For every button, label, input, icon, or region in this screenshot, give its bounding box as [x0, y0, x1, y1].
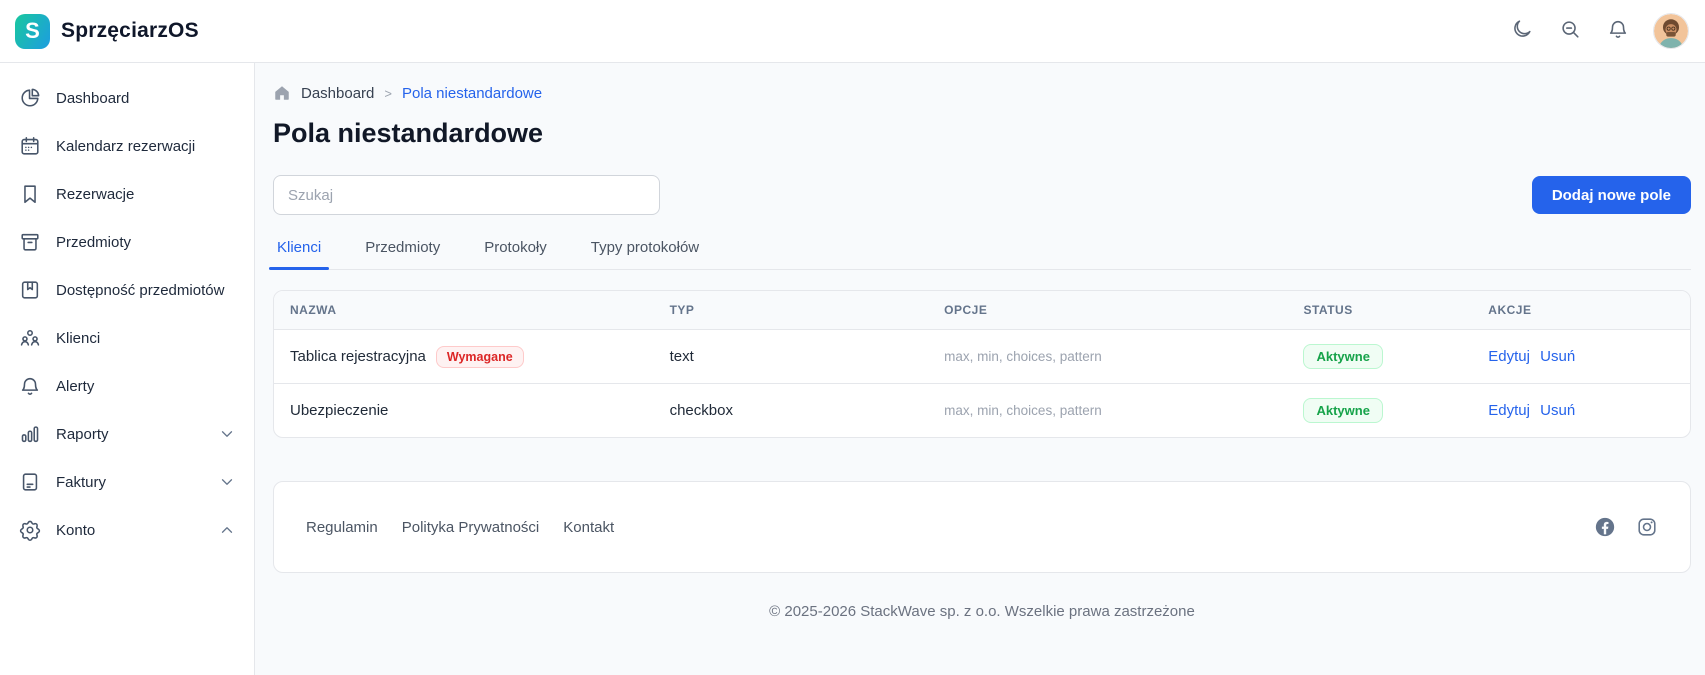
- calendar-icon: [18, 134, 42, 158]
- sidebar-item-dashboard[interactable]: Dashboard: [0, 74, 254, 122]
- chevron-down-icon: [218, 473, 236, 491]
- field-type: checkbox: [669, 402, 733, 419]
- footer-link-polityka-prywatnosci[interactable]: Polityka Prywatności: [402, 519, 540, 536]
- footer-socials: [1594, 516, 1658, 538]
- sidebar-item-raporty[interactable]: Raporty: [0, 410, 254, 458]
- notifications-button[interactable]: [1605, 18, 1631, 44]
- tab-bar: Klienci Przedmioty Protokoły Typy protokołó…: [268, 239, 1691, 270]
- users-icon: [18, 326, 42, 350]
- sidebar-item-label: Faktury: [56, 473, 107, 491]
- sidebar-item-label: Raporty: [56, 425, 109, 443]
- sidebar-item-label: Dostępność przedmiotów: [56, 281, 225, 299]
- sidebar-item-dostepnosc-przedmiotow[interactable]: Dostępność przedmiotów: [0, 266, 254, 314]
- field-options: max, min, choices, pattern: [944, 403, 1102, 418]
- column-header-nazwa: NAZWA: [274, 291, 654, 330]
- table-row: Tablica rejestracyjna Wymagane text max, mi…: [274, 329, 1690, 384]
- app-logo-icon: S: [15, 13, 50, 49]
- sidebar-item-rezerwacje[interactable]: Rezerwacje: [0, 170, 254, 218]
- sidebar-item-konto[interactable]: Konto: [0, 506, 254, 554]
- facebook-icon[interactable]: [1594, 516, 1616, 538]
- table-row: Ubezpieczenie checkbox max, min, choices, …: [274, 384, 1690, 438]
- footer: Regulamin Polityka Prywatności Kontakt: [273, 481, 1691, 573]
- breadcrumb-separator: >: [384, 85, 392, 101]
- bell-icon: [1607, 18, 1629, 45]
- sidebar-item-label: Konto: [56, 521, 96, 539]
- user-avatar[interactable]: [1653, 13, 1689, 49]
- fields-table-card: NAZWA TYP OPCJE STATUS AKCJE Tablica rejestr…: [273, 290, 1691, 438]
- zoom-out-icon: [1559, 18, 1581, 45]
- header-actions: [1509, 13, 1689, 49]
- sidebar-item-label: Kalendarz rezerwacji: [56, 137, 196, 155]
- dark-mode-toggle[interactable]: [1509, 18, 1535, 44]
- sidebar-item-klienci[interactable]: Klienci: [0, 314, 254, 362]
- table-header-row: NAZWA TYP OPCJE STATUS AKCJE: [274, 291, 1690, 330]
- column-header-typ: TYP: [653, 291, 929, 330]
- column-header-status: STATUS: [1287, 291, 1473, 330]
- toolbar: Dodaj nowe pole: [273, 175, 1691, 215]
- field-name: Tablica rejestracyjna: [290, 348, 426, 365]
- breadcrumb: Dashboard > Pola niestandardowe: [273, 84, 1691, 102]
- top-header: S SprzęciarzOS: [0, 0, 1705, 63]
- footer-link-regulamin[interactable]: Regulamin: [306, 519, 378, 536]
- footer-link-kontakt[interactable]: Kontakt: [563, 519, 614, 536]
- gear-icon: [18, 518, 42, 542]
- add-field-button[interactable]: Dodaj nowe pole: [1531, 176, 1691, 214]
- copyright-text: © 2025-2026 StackWave sp. z o.o. Wszelki…: [769, 603, 1195, 620]
- column-header-akcje: AKCJE: [1472, 291, 1690, 330]
- column-header-opcje: OPCJE: [928, 291, 1288, 330]
- fields-table: NAZWA TYP OPCJE STATUS AKCJE Tablica rejestr…: [274, 291, 1690, 437]
- pie-chart-icon: [18, 86, 42, 110]
- tab-typy-protoko-ow[interactable]: Typy protokołów: [587, 239, 703, 269]
- tab-przedmioty[interactable]: Przedmioty: [361, 239, 444, 269]
- sidebar-item-label: Dashboard: [56, 89, 130, 107]
- status-badge: Aktywne: [1303, 344, 1383, 369]
- delete-link[interactable]: Usuń: [1540, 402, 1575, 419]
- bar-chart-icon: [18, 422, 42, 446]
- sidebar-item-faktury[interactable]: Faktury: [0, 458, 254, 506]
- search-input[interactable]: [273, 175, 660, 215]
- footer-links: Regulamin Polityka Prywatności Kontakt: [306, 519, 614, 536]
- book-bookmark-icon: [18, 278, 42, 302]
- zoom-out-button[interactable]: [1557, 18, 1583, 44]
- field-name: Ubezpieczenie: [290, 402, 389, 419]
- document-icon: [18, 470, 42, 494]
- table-body: Tablica rejestracyjna Wymagane text max, mi…: [274, 329, 1690, 438]
- breadcrumb-current: Pola niestandardowe: [401, 84, 543, 102]
- home-icon: [273, 84, 291, 102]
- breadcrumb-dashboard[interactable]: Dashboard: [301, 85, 374, 102]
- sidebar-item-alerty[interactable]: Alerty: [0, 362, 254, 410]
- sidebar-item-label: Rezerwacje: [56, 185, 135, 203]
- delete-link[interactable]: Usuń: [1540, 348, 1575, 365]
- chevron-down-icon: [218, 425, 236, 443]
- required-badge: Wymagane: [435, 345, 524, 368]
- app-title: SprzęciarzOS: [61, 19, 199, 42]
- moon-icon: [1511, 18, 1533, 45]
- main-content: Dashboard > Pola niestandardowe Pola nie…: [255, 63, 1705, 675]
- edit-link[interactable]: Edytuj: [1488, 348, 1530, 365]
- chevron-up-icon: [218, 521, 236, 539]
- field-type: text: [653, 329, 929, 384]
- tab-klienci[interactable]: Klienci: [268, 239, 330, 270]
- instagram-icon[interactable]: [1636, 516, 1658, 538]
- field-options: max, min, choices, pattern: [944, 349, 1102, 364]
- tab-protoko-y[interactable]: Protokoły: [480, 239, 551, 269]
- sidebar-nav: Dashboard Kalendarz rezerwacji Rezerwacje P…: [0, 63, 255, 675]
- sidebar-item-przedmioty[interactable]: Przedmioty: [0, 218, 254, 266]
- edit-link[interactable]: Edytuj: [1488, 402, 1530, 419]
- sidebar-item-label: Alerty: [56, 377, 95, 395]
- page-title: Pola niestandardowe: [273, 118, 544, 148]
- bell-icon: [18, 374, 42, 398]
- bookmark-icon: [18, 182, 42, 206]
- sidebar-item-label: Przedmioty: [56, 233, 132, 251]
- sidebar-item-kalendarz-rezerwacji[interactable]: Kalendarz rezerwacji: [0, 122, 254, 170]
- archive-box-icon: [18, 230, 42, 254]
- sidebar-item-label: Klienci: [56, 329, 101, 347]
- brand[interactable]: S SprzęciarzOS: [15, 13, 199, 49]
- status-badge: Aktywne: [1303, 398, 1383, 423]
